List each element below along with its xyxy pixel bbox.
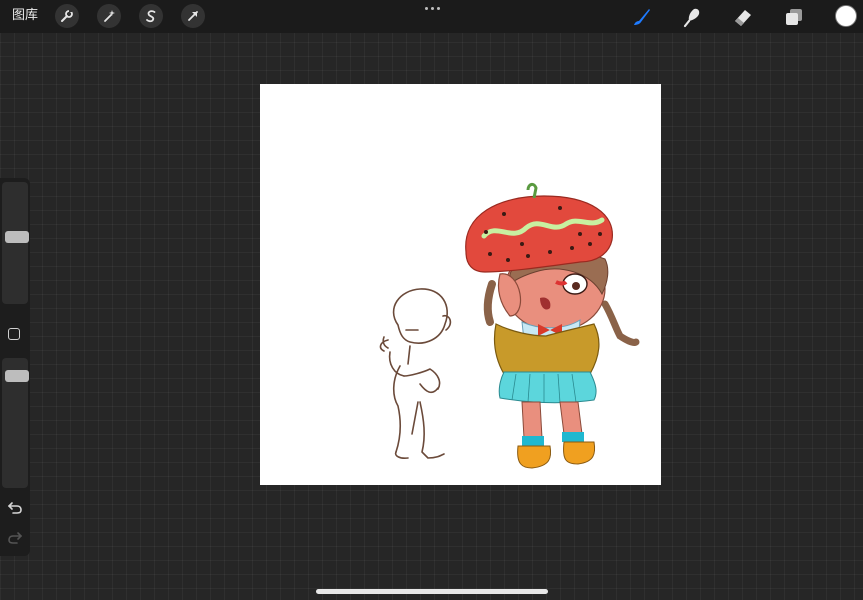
layers-icon[interactable]: [781, 4, 807, 30]
smudge-icon[interactable]: [679, 4, 705, 30]
artwork: [379, 182, 640, 469]
selection-s-icon[interactable]: [139, 4, 163, 28]
magic-wand-icon[interactable]: [97, 4, 121, 28]
more-dots-icon[interactable]: [420, 1, 444, 15]
drawing-canvas[interactable]: [260, 84, 661, 485]
left-sidebar: [0, 178, 30, 556]
sketch-figure: [379, 288, 452, 459]
gallery-button[interactable]: 图库: [12, 7, 38, 25]
opacity-slider[interactable]: [2, 358, 29, 488]
home-indicator[interactable]: [316, 589, 548, 594]
brush-size-slider[interactable]: [2, 182, 29, 304]
arrow-cursor-icon[interactable]: [181, 4, 205, 28]
redo-icon[interactable]: [6, 530, 24, 546]
square-icon[interactable]: [8, 328, 20, 340]
brush-icon[interactable]: [628, 4, 654, 30]
eraser-icon[interactable]: [730, 4, 756, 30]
brush-size-handle[interactable]: [5, 231, 29, 243]
undo-icon[interactable]: [6, 500, 24, 516]
opacity-handle[interactable]: [5, 370, 29, 382]
wrench-icon[interactable]: [55, 4, 79, 28]
top-toolbar: 图库: [0, 0, 863, 33]
strawberry-girl: [465, 182, 640, 469]
color-swatch[interactable]: [835, 5, 857, 27]
